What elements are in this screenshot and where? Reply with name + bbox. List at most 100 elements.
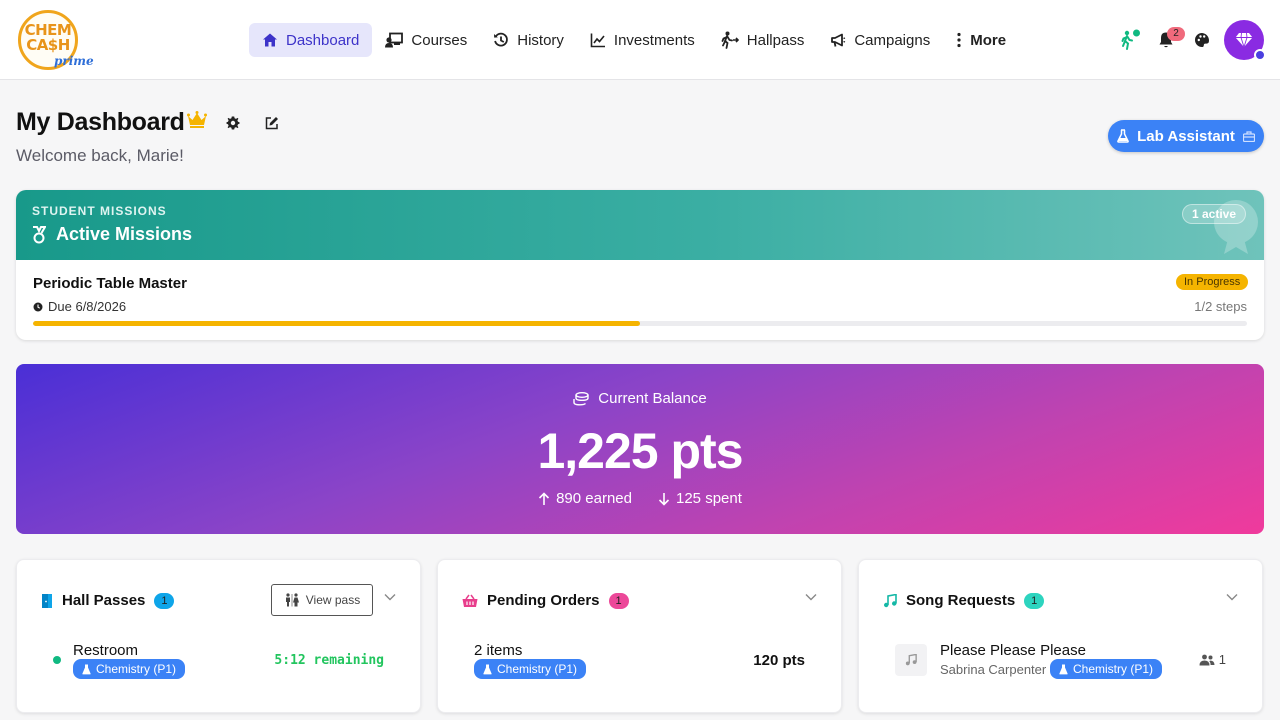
- welcome-message: Welcome back, Marie!: [16, 146, 184, 165]
- song-votes: 1: [1199, 652, 1226, 667]
- ribbon-decoration-icon: [1206, 194, 1264, 254]
- users-icon: [1199, 654, 1215, 666]
- gem-icon: [1235, 32, 1253, 48]
- nav-item-history[interactable]: History: [480, 23, 577, 57]
- mission-due-date: Due 6/8/2026: [33, 299, 126, 314]
- nav-item-hallpass[interactable]: Hallpass: [708, 23, 818, 57]
- order-total: 120 pts: [753, 652, 805, 669]
- nav-item-courses[interactable]: Courses: [372, 23, 480, 57]
- mission-name[interactable]: Periodic Table Master: [33, 275, 187, 292]
- student-missions-card: STUDENT MISSIONS Active Missions 1 activ…: [16, 190, 1264, 340]
- notifications-button[interactable]: 2: [1148, 22, 1185, 58]
- lab-assistant-button[interactable]: Lab Assistant: [1108, 120, 1264, 152]
- arrow-down-icon: [658, 492, 670, 506]
- palette-icon: [1194, 32, 1210, 48]
- door-icon: [41, 593, 53, 609]
- notification-count-badge: 2: [1167, 27, 1185, 41]
- pending-orders-count: 1: [608, 592, 629, 609]
- gear-icon: [226, 116, 240, 130]
- song-requests-header: Song Requests 1: [883, 592, 1045, 609]
- chevron-down-icon[interactable]: [384, 593, 396, 601]
- view-pass-button[interactable]: View pass: [271, 584, 373, 616]
- song-requests-title: Song Requests: [906, 592, 1016, 609]
- course-chip-label: Chemistry (P1): [497, 662, 578, 676]
- user-avatar[interactable]: [1224, 20, 1266, 61]
- edit-dashboard-button[interactable]: [261, 112, 283, 134]
- chemcash-logo[interactable]: CHEM CA$H prime: [18, 10, 94, 70]
- flask-icon: [1059, 664, 1068, 675]
- missions-title-text: Active Missions: [56, 224, 193, 244]
- hallpass-status-button[interactable]: [1112, 22, 1148, 58]
- order-items-count: 2 items: [474, 642, 523, 659]
- music-note-icon: [883, 593, 897, 608]
- missions-header: STUDENT MISSIONS Active Missions 1 activ…: [16, 190, 1264, 260]
- clock-icon: [33, 302, 43, 312]
- mission-progress-fill: [33, 321, 640, 326]
- hall-passes-header: Hall Passes 1: [41, 592, 175, 609]
- status-dot: [1254, 49, 1266, 61]
- person-walking-icon: [1119, 29, 1141, 51]
- dashboard-settings-button[interactable]: [222, 112, 244, 134]
- view-pass-label: View pass: [305, 593, 361, 607]
- flask-icon: [483, 664, 492, 675]
- song-requests-count: 1: [1024, 592, 1045, 609]
- pass-active-dot: [53, 656, 61, 664]
- chart-line-icon: [590, 32, 606, 48]
- edit-icon: [265, 116, 279, 130]
- song-votes-count: 1: [1218, 652, 1226, 667]
- page-title: My Dashboard: [16, 108, 185, 136]
- earned-text: 890 earned: [556, 490, 632, 507]
- nav-item-more[interactable]: More: [943, 23, 1019, 57]
- home-icon: [262, 32, 278, 48]
- spent-text: 125 spent: [676, 490, 742, 507]
- song-title: Please Please Please: [940, 642, 1086, 659]
- missions-kicker: STUDENT MISSIONS: [32, 204, 167, 218]
- nav-item-investments[interactable]: Investments: [577, 23, 708, 57]
- theme-button[interactable]: [1184, 22, 1220, 58]
- arrow-up-icon: [538, 491, 550, 506]
- main-nav: Dashboard Courses History Investments Ha…: [249, 23, 1019, 57]
- pass-time-remaining: 5:12 remaining: [274, 653, 384, 668]
- hall-passes-count: 1: [154, 592, 175, 609]
- restroom-icon: [284, 593, 300, 607]
- nav-label: More: [970, 31, 1007, 49]
- chalkboard-user-icon: [385, 32, 404, 48]
- nav-item-dashboard[interactable]: Dashboard: [249, 23, 373, 57]
- nav-label: Courses: [411, 31, 468, 49]
- course-chip: Chemistry (P1): [1050, 659, 1163, 679]
- song-requests-card: Song Requests 1 Please Please Please Sab…: [858, 559, 1263, 713]
- ellipsis-vertical-icon: [956, 32, 962, 48]
- flask-icon: [1117, 129, 1129, 143]
- toolbox-icon: [1242, 130, 1255, 142]
- course-chip-label: Chemistry (P1): [96, 662, 177, 676]
- crown-icon: [187, 111, 207, 128]
- basket-icon: [462, 594, 478, 608]
- balance-stats: 890 earned 125 spent: [16, 490, 1264, 507]
- person-walking-exit-icon: [721, 31, 739, 49]
- top-right-actions: 2: [1112, 20, 1266, 61]
- flask-icon: [82, 664, 91, 675]
- nav-label: Investments: [613, 31, 695, 49]
- hall-passes-card: Hall Passes 1 View pass Restroom Chemist…: [16, 559, 421, 713]
- song-artwork: [895, 644, 927, 676]
- missions-title: Active Missions: [32, 224, 192, 245]
- megaphone-icon: [830, 32, 846, 48]
- chevron-down-icon[interactable]: [805, 593, 817, 601]
- balance-label: Current Balance: [16, 390, 1264, 407]
- song-artist: Sabrina Carpenter: [940, 662, 1047, 677]
- pending-orders-header: Pending Orders 1: [462, 592, 629, 609]
- history-icon: [493, 32, 509, 48]
- balance-value: 1,225 pts: [537, 423, 743, 479]
- medal-icon: [32, 225, 46, 244]
- pending-orders-title: Pending Orders: [487, 592, 600, 609]
- pass-destination: Restroom: [73, 642, 139, 659]
- spent-stat: 125 spent: [658, 490, 742, 507]
- chevron-down-icon[interactable]: [1226, 593, 1238, 601]
- nav-item-campaigns[interactable]: Campaigns: [817, 23, 943, 57]
- coins-icon: [573, 391, 589, 406]
- current-balance-card: Current Balance 1,225 pts 890 earned 125…: [16, 364, 1264, 534]
- nav-label: Hallpass: [746, 31, 805, 49]
- course-chip: Chemistry (P1): [73, 659, 186, 679]
- balance-label-text: Current Balance: [598, 390, 707, 407]
- music-note-icon: [905, 654, 917, 666]
